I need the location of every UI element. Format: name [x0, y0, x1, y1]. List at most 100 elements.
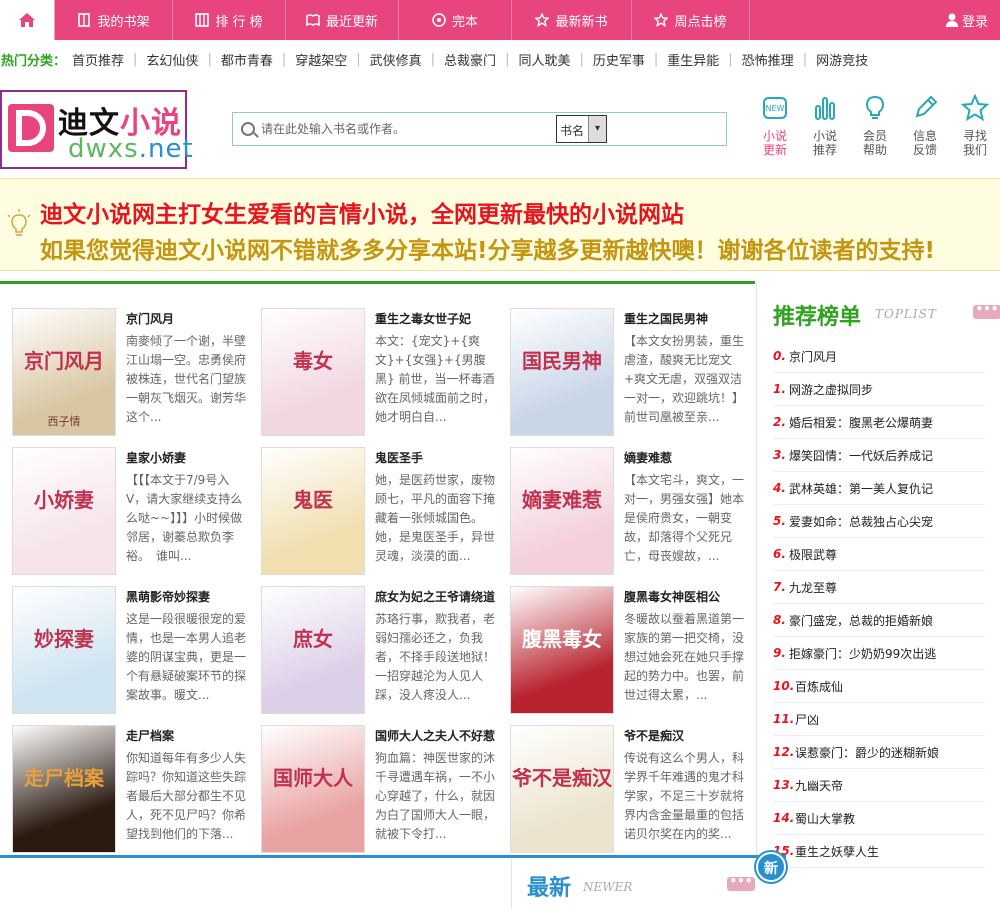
rank-title[interactable]: 豪门盛宠，总裁的拒婚新娘 — [789, 612, 933, 629]
toplist-item[interactable]: 11. 尸凶 — [773, 703, 985, 736]
nav-bookshelf[interactable]: 我的书架 — [55, 0, 173, 40]
rank-title[interactable]: 京门风月 — [789, 348, 837, 365]
nav-completed[interactable]: 完本 — [399, 0, 512, 40]
category-link[interactable]: 武侠修真 — [370, 50, 422, 69]
book-cover[interactable]: 腹黑毒女 — [510, 586, 614, 714]
nav-new-books[interactable]: 最新新书 — [512, 0, 632, 40]
category-link[interactable]: 玄幻仙侠 — [146, 50, 198, 69]
book-cover[interactable]: 国民男神 — [510, 308, 614, 436]
book-title[interactable]: 京门风月 — [126, 310, 174, 327]
home-button[interactable] — [0, 0, 55, 40]
book-card[interactable]: 京门风月 西子情 京门风月 南麥倾了一个谢，半壁江山塌一空。忠勇侯府被株连，世代名门望… — [0, 282, 248, 436]
book-card[interactable]: 妙探妻 黑萌影帝妙探妻 这是一段很暖很宠的爱情，也是一本男人追老婆的阴谋宝典，更是一… — [0, 560, 248, 714]
login-label: 登录 — [961, 14, 988, 30]
book-card[interactable]: 鬼医 鬼医圣手 她，是医药世家，废物顾七，平凡的面容下掩藏着一张倾城国色。她，是鬼医… — [249, 421, 497, 575]
search-icon[interactable] — [241, 122, 255, 136]
category-link[interactable]: 重生异能 — [667, 50, 719, 69]
category-link[interactable]: 首页推荐 — [72, 50, 124, 69]
book-cover[interactable]: 妙探妻 — [12, 586, 116, 714]
book-card[interactable]: 腹黑毒女 腹黑毒女神医相公 冬暖故以蚕着黑道第一家族的第一把交椅，没想过她会死在她只… — [498, 560, 746, 714]
quicklink-recommend[interactable]: 小说 推荐 — [810, 94, 840, 157]
category-link[interactable]: 历史军事 — [593, 50, 645, 69]
book-cover[interactable]: 小娇妻 — [12, 447, 116, 575]
book-cover[interactable]: 爷不是痴汉 — [510, 725, 614, 853]
book-card[interactable]: 走尸档案 走尸档案 你知道每年有多少人失踪吗？你知道这些失踪者最后大部分都生不见人，… — [0, 699, 248, 853]
book-cover[interactable]: 国师大人 — [261, 725, 365, 853]
book-card[interactable]: 庶女 庶女为妃之王爷请绕道 苏珞行事，欺我者，老弱妇孺必还之，负我者，不择手段送地狱… — [249, 560, 497, 714]
book-title[interactable]: 鬼医圣手 — [375, 449, 423, 466]
book-cover[interactable]: 京门风月 西子情 — [12, 308, 116, 436]
book-title[interactable]: 国师大人之夫人不好惹 — [375, 727, 495, 744]
rank-title[interactable]: 网游之虚拟同步 — [789, 381, 873, 398]
book-cover[interactable]: 鬼医 — [261, 447, 365, 575]
book-title[interactable]: 重生之毒女世子妃 — [375, 310, 471, 327]
toplist-item[interactable]: 2. 婚后相爱：腹黑老公爆萌妻 — [773, 406, 985, 439]
nav-recent-updates[interactable]: 最近更新 — [286, 0, 399, 40]
category-link[interactable]: 恐怖推理 — [742, 50, 794, 69]
toplist-item[interactable]: 6. 极限武尊 — [773, 538, 985, 571]
toplist-item[interactable]: 5. 爱妻如命：总裁独占心尖宠 — [773, 505, 985, 538]
rank-title[interactable]: 蜀山大掌教 — [795, 810, 855, 827]
quicklink-feedback[interactable]: 信息 反馈 — [910, 94, 940, 157]
nav-ranking[interactable]: 排 行 榜 — [173, 0, 286, 40]
book-cover[interactable]: 毒女 — [261, 308, 365, 436]
rank-title[interactable]: 尸凶 — [795, 711, 819, 728]
toplist-item[interactable]: 14. 蜀山大掌教 — [773, 802, 985, 835]
separator: | — [133, 51, 138, 67]
toplist-item[interactable]: 12. 误惹豪门：爵少的迷糊新娘 — [773, 736, 985, 769]
more-button[interactable]: ••• — [727, 875, 755, 891]
book-cover[interactable]: 庶女 — [261, 586, 365, 714]
toplist-item[interactable]: 15. 重生之妖孽人生 — [773, 835, 985, 868]
book-card[interactable]: 爷不是痴汉 爷不是痴汉 传说有这么个男人，科学界千年难遇的鬼才科学家，不足三十岁就将… — [498, 699, 746, 853]
search-input[interactable] — [261, 117, 551, 141]
login-button[interactable]: 登录 — [934, 0, 1000, 40]
site-logo[interactable]: 迪文小说 dwxs.net — [0, 90, 193, 169]
rank-title[interactable]: 婚后相爱：腹黑老公爆萌妻 — [789, 414, 933, 431]
rank-title[interactable]: 误惹豪门：爵少的迷糊新娘 — [795, 744, 939, 761]
rank-title[interactable]: 武林英雄：第一美人复仇记 — [789, 480, 933, 497]
toplist-item[interactable]: 1. 网游之虚拟同步 — [773, 373, 985, 406]
rank-title[interactable]: 百炼成仙 — [795, 678, 843, 695]
book-card[interactable]: 国师大人 国师大人之夫人不好惹 狗血篇：神医世家的沐千寻遭遇车祸，一不小心穿越了，什… — [249, 699, 497, 853]
category-link[interactable]: 都市青春 — [221, 50, 273, 69]
rank-title[interactable]: 九幽天帝 — [795, 777, 843, 794]
book-title[interactable]: 黑萌影帝妙探妻 — [126, 588, 210, 605]
category-link[interactable]: 同人耽美 — [518, 50, 570, 69]
category-link[interactable]: 穿越架空 — [295, 50, 347, 69]
more-button[interactable]: ••• — [973, 303, 1000, 319]
toplist-item[interactable]: 13. 九幽天帝 — [773, 769, 985, 802]
toplist-item[interactable]: 10. 百炼成仙 — [773, 670, 985, 703]
rank-title[interactable]: 爱妻如命：总裁独占心尖宠 — [789, 513, 933, 530]
quicklink-help[interactable]: 会员 帮助 — [860, 94, 890, 157]
book-title[interactable]: 庶女为妃之王爷请绕道 — [375, 588, 495, 605]
toplist-item[interactable]: 9. 拒嫁豪门：少奶奶99次出逃 — [773, 637, 985, 670]
toplist-item[interactable]: 0. 京门风月 — [773, 340, 985, 373]
book-card[interactable]: 嫡妻难惹 嫡妻难惹 【本文宅斗，爽文，一对一，男强女强】她本是侯府贵女，一朝变故，却… — [498, 421, 746, 575]
rank-title[interactable]: 拒嫁豪门：少奶奶99次出逃 — [789, 645, 936, 662]
book-title[interactable]: 走尸档案 — [126, 727, 174, 744]
rank-title[interactable]: 爆笑囧情：一代妖后养成记 — [789, 447, 933, 464]
toplist-item[interactable]: 7. 九龙至尊 — [773, 571, 985, 604]
book-title[interactable]: 皇家小娇妻 — [126, 449, 186, 466]
rank-title[interactable]: 九龙至尊 — [789, 579, 837, 596]
book-title[interactable]: 爷不是痴汉 — [624, 727, 684, 744]
quicklink-find-us[interactable]: 寻找 我们 — [960, 93, 990, 157]
category-link[interactable]: 网游竞技 — [816, 50, 868, 69]
book-title[interactable]: 重生之国民男神 — [624, 310, 708, 327]
book-cover[interactable]: 嫡妻难惹 — [510, 447, 614, 575]
toplist-item[interactable]: 3. 爆笑囧情：一代妖后养成记 — [773, 439, 985, 472]
book-title[interactable]: 嫡妻难惹 — [624, 449, 672, 466]
toplist-item[interactable]: 4. 武林英雄：第一美人复仇记 — [773, 472, 985, 505]
book-card[interactable]: 小娇妻 皇家小娇妻 【【【本文于7/9号入V，请大家继续支持么么哒~~】】】小时候做… — [0, 421, 248, 575]
nav-weekly-clicks[interactable]: 周点击榜 — [632, 0, 750, 40]
rank-title[interactable]: 极限武尊 — [789, 546, 837, 563]
book-cover[interactable]: 走尸档案 — [12, 725, 116, 853]
category-link[interactable]: 总裁豪门 — [444, 50, 496, 69]
book-card[interactable]: 国民男神 重生之国民男神 【本文女扮男装，重生虐渣，酸爽无比宠文+爽文无虐，双强双洁… — [498, 282, 746, 436]
toplist-item[interactable]: 8. 豪门盛宠，总裁的拒婚新娘 — [773, 604, 985, 637]
book-title[interactable]: 腹黑毒女神医相公 — [624, 588, 720, 605]
search-type-select[interactable]: 书名 ▾ — [556, 115, 607, 143]
rank-title[interactable]: 重生之妖孽人生 — [795, 843, 879, 860]
book-card[interactable]: 毒女 重生之毒女世子妃 本文：{宠文}+{爽文}+{女强}+{男腹黑} 前世，当一杯… — [249, 282, 497, 436]
quicklink-updates[interactable]: NEW 小说 更新 — [760, 94, 790, 157]
